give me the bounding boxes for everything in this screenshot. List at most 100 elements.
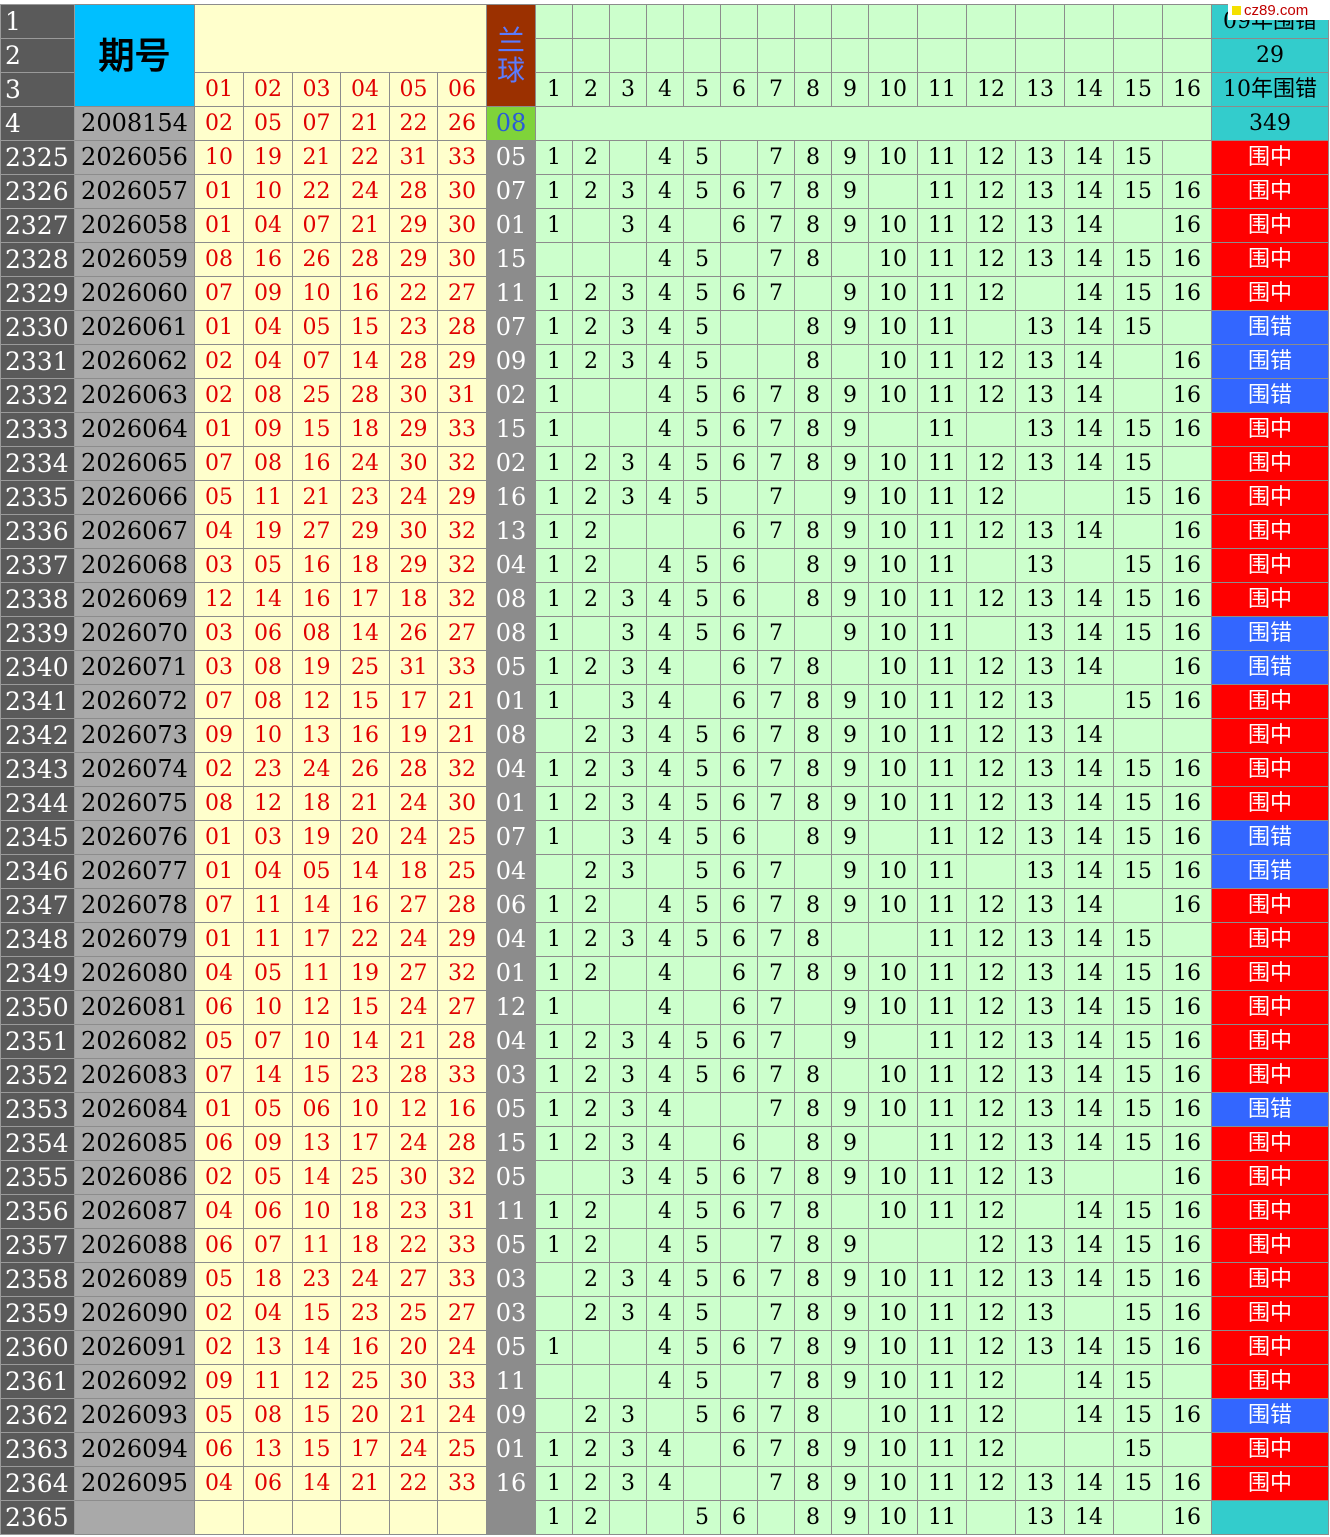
blue-filter-cell: 10: [868, 616, 918, 651]
red-ball-cell: 22: [389, 276, 438, 311]
blue-filter-cell: 10: [868, 310, 918, 345]
status-badge: 围中: [1211, 990, 1329, 1025]
blue-filter-cell: [1113, 1160, 1163, 1195]
blue-filter-cell: 1: [535, 208, 573, 243]
row-number: 3: [0, 72, 75, 107]
blue-filter-cell: 15: [1113, 786, 1163, 821]
red-ball-cell: 08: [243, 446, 293, 481]
row-number: 2333: [0, 412, 75, 447]
blue-filter-cell: 1: [535, 752, 573, 787]
red-ball-cell: 04: [243, 344, 293, 379]
period-id: 2026059: [74, 242, 195, 277]
blue-filter-cell: 12: [966, 480, 1016, 515]
blue-filter-cell: 5: [683, 718, 721, 753]
table-row: 2329 2026060 07 09 10 16 22 27 11 1 2 3 4 5 6 7 9 10 11 12 1…: [0, 276, 1329, 311]
status-badge: 围中: [1211, 276, 1329, 311]
blue-filter-cell: 3: [609, 752, 647, 787]
status-badge: 围中: [1211, 684, 1329, 719]
blue-filter-cell: 6: [720, 378, 758, 413]
blue-ball-cell: 05: [486, 1160, 536, 1195]
blue-filter-cell: [646, 854, 684, 889]
row-number: 4: [0, 106, 75, 141]
blue-ball-cell: 08: [486, 582, 536, 617]
blue-filter-cell: [720, 1296, 758, 1331]
red-ball-cell: 15: [340, 990, 390, 1025]
blue-filter-cell: 6: [720, 616, 758, 651]
blue-filter-cell: 12: [966, 378, 1016, 413]
blue-filter-cell: 6: [720, 548, 758, 583]
red-ball-cell: 16: [292, 446, 341, 481]
blue-filter-cell: 9: [831, 208, 869, 243]
blue-filter-cell: 6: [720, 412, 758, 447]
red-ball-cell: 17: [340, 1432, 390, 1467]
blue-filter-cell: 10: [868, 548, 918, 583]
table-row: 2328 2026059 08 16 26 28 29 30 15 4 5 7 8 10 11 12 13 14 1…: [0, 242, 1329, 277]
blue-filter-cell: 11: [917, 208, 967, 243]
table-row: 2353 2026084 01 05 06 10 12 16 05 1 2 3 4 7 8 9 10 11 12 13…: [0, 1092, 1329, 1127]
red-ball-cell: 21: [389, 1024, 438, 1059]
blue-filter-cell: 9: [831, 854, 869, 889]
blue-filter-cell: [1113, 650, 1163, 685]
status-badge: 围错: [1211, 1398, 1329, 1433]
red-ball-cell: 11: [243, 1364, 293, 1399]
blue-filter-cell: 13: [1015, 616, 1065, 651]
blue-filter-cell: [535, 1398, 573, 1433]
row-number: 2343: [0, 752, 75, 787]
blue-filter-cell: 5: [683, 582, 721, 617]
blue-filter-cell: 6: [720, 1398, 758, 1433]
blue-filter-cell: 15: [1113, 174, 1163, 209]
blue-ball-cell: 01: [486, 786, 536, 821]
blue-filter-cell: 12: [966, 718, 1016, 753]
red-ball-cell: 06: [194, 1228, 244, 1263]
blue-filter-cell: 3: [609, 174, 647, 209]
row-number: 2327: [0, 208, 75, 243]
period-id: 2026070: [74, 616, 195, 651]
blue-filter-cell: [720, 1092, 758, 1127]
blue-filter-cell: [1015, 276, 1065, 311]
red-ball-cell: 02: [194, 1160, 244, 1195]
blue-filter-cell: 2: [572, 548, 610, 583]
blue-filter-cell: 13: [1015, 1126, 1065, 1161]
blue-filter-cell: [535, 718, 573, 753]
blue-filter-cell: [1162, 140, 1212, 175]
blue-filter-cell: 12: [966, 1194, 1016, 1229]
blue-filter-cell: [646, 514, 684, 549]
blue-filter-cell: 9: [831, 1024, 869, 1059]
blue-filter-cell: 8: [794, 922, 832, 957]
red-ball-cell: 31: [389, 140, 438, 175]
red-ball-cell: 17: [340, 582, 390, 617]
blue-filter-cell: 13: [1015, 1228, 1065, 1263]
blue-filter-cell: 16: [1162, 1160, 1212, 1195]
blue-filter-cell: 16: [1162, 1296, 1212, 1331]
blue-filter-cell: 1: [535, 548, 573, 583]
blue-filter-cell: 13: [1015, 378, 1065, 413]
red-ball-cell: 05: [194, 1262, 244, 1297]
table-row: 2359 2026090 02 04 15 23 25 27 03 2 3 4 5 7 8 9 10 11 12 13…: [0, 1296, 1329, 1331]
blue-ball-cell: 04: [486, 854, 536, 889]
red-ball-cell: 04: [243, 854, 293, 889]
status-badge: 围错: [1211, 378, 1329, 413]
blue-filter-cell: 6: [720, 1194, 758, 1229]
blue-filter-cell: [683, 1092, 721, 1127]
blue-filter-cell: 5: [683, 1024, 721, 1059]
red-ball-cell: 29: [389, 548, 438, 583]
period-id: 2026072: [74, 684, 195, 719]
red-ball-cell: 30: [437, 174, 487, 209]
blue-filter-cell: 12: [966, 208, 1016, 243]
blue-filter-cell: [868, 922, 918, 957]
blue-filter-cell: 12: [966, 1160, 1016, 1195]
blue-filter-cell: 14: [1064, 990, 1114, 1025]
blue-filter-cell: 10: [868, 1296, 918, 1331]
blue-filter-cell: 3: [609, 310, 647, 345]
blue-ball-cell: 07: [486, 310, 536, 345]
red-ball-cell: 01: [194, 820, 244, 855]
blue-ball-cell: 11: [486, 276, 536, 311]
blue-filter-cell: [966, 1500, 1016, 1535]
blue-filter-cell: 15: [1113, 480, 1163, 515]
blue-filter-cell: 14: [1064, 582, 1114, 617]
blue-filter-cell: 15: [1113, 820, 1163, 855]
row-number: 2360: [0, 1330, 75, 1365]
status-badge: 围中: [1211, 1160, 1329, 1195]
red-ball-cell: 03: [243, 820, 293, 855]
red-ball-cell: 02: [194, 752, 244, 787]
